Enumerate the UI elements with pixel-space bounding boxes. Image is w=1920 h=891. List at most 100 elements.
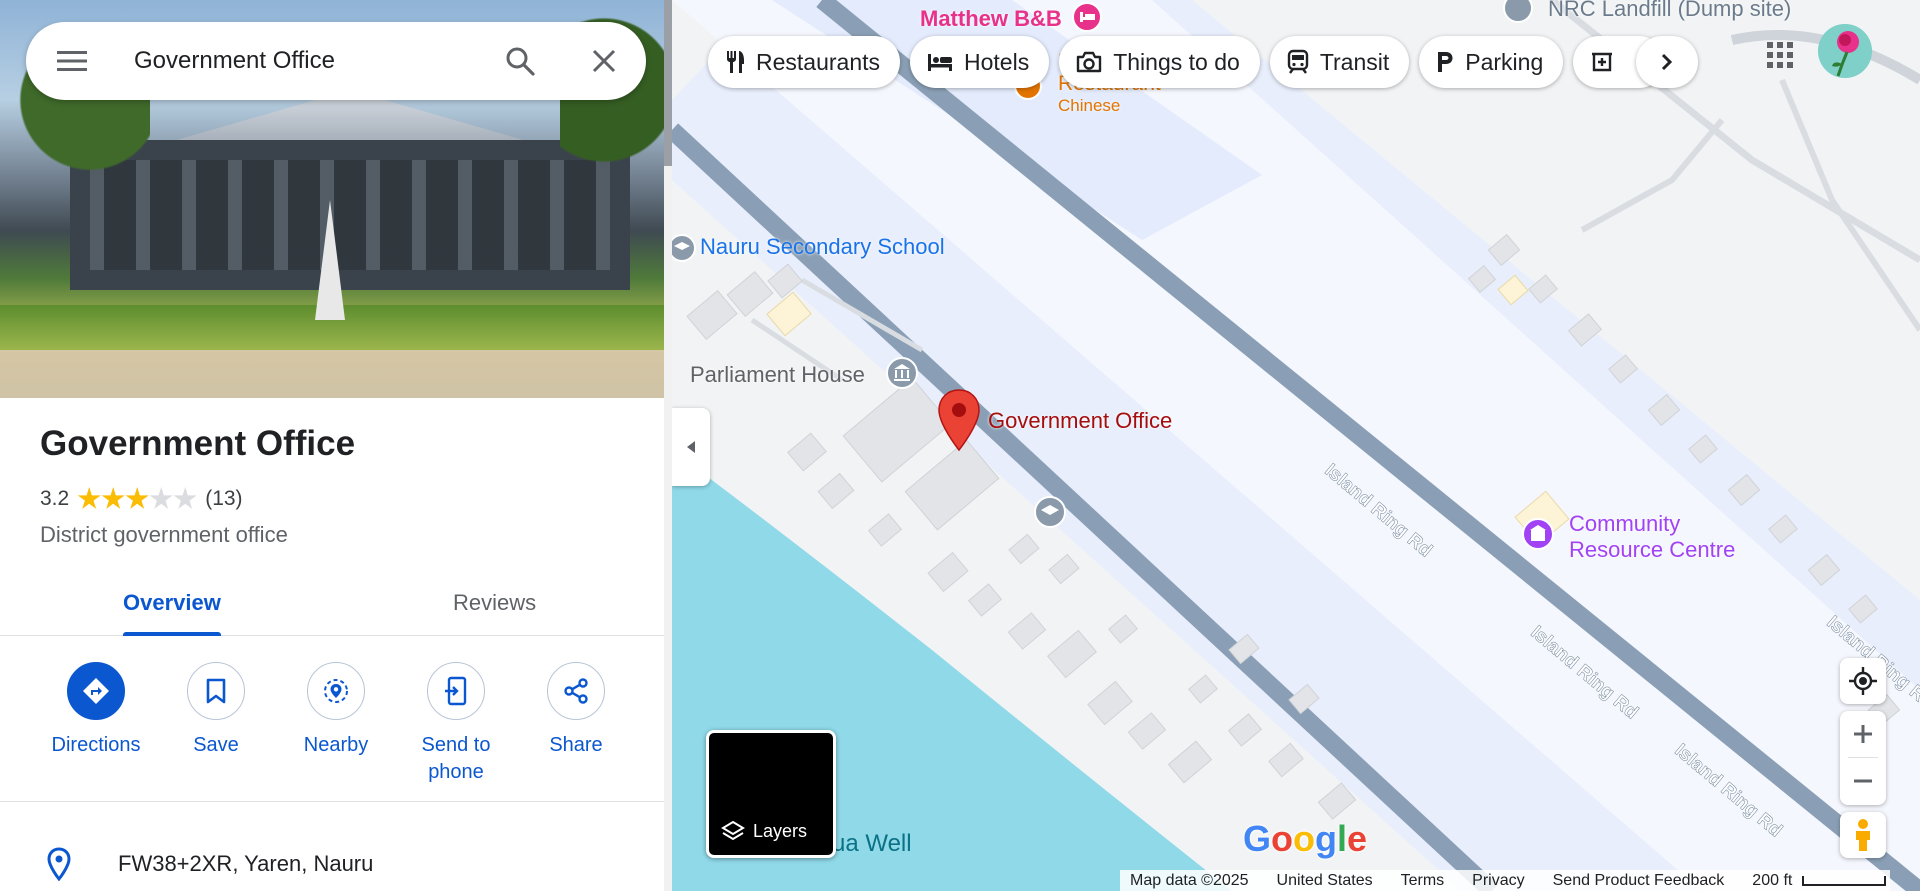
- bed-icon: [928, 54, 953, 71]
- zoom-controls: [1840, 711, 1886, 805]
- scale-label[interactable]: 200 ft: [1752, 872, 1792, 890]
- nearby-button[interactable]: Nearby: [276, 662, 396, 759]
- avatar-flower-icon: [1818, 24, 1872, 78]
- send-to-phone-label: Send to phone: [421, 734, 491, 783]
- region-link[interactable]: United States: [1277, 872, 1373, 890]
- map-label-matthew[interactable]: Matthew B&B: [920, 6, 1062, 32]
- star-filled-icon: [125, 487, 149, 509]
- tab-reviews-label: Reviews: [453, 590, 537, 615]
- map-label-community-2[interactable]: Resource Centre: [1569, 537, 1735, 563]
- scale-bar[interactable]: [1802, 875, 1887, 886]
- bookmark-icon: [206, 678, 226, 704]
- hamburger-menu-icon: [57, 51, 87, 71]
- chevron-right-icon: [1661, 53, 1673, 71]
- clear-search-button[interactable]: [562, 22, 646, 100]
- chip-parking-label: Parking: [1465, 48, 1544, 75]
- apps-grid-icon: [1767, 42, 1793, 68]
- train-icon: [1287, 49, 1309, 74]
- location-pin-icon: [47, 847, 71, 881]
- search-input[interactable]: [118, 47, 478, 75]
- category-chips: Restaurants Hotels Things to do Transit …: [708, 36, 1675, 88]
- chips-scroll-right-button[interactable]: [1636, 36, 1698, 88]
- map-label-well[interactable]: ua Well: [832, 830, 912, 858]
- star-filled-icon: [77, 487, 101, 509]
- map-label-parliament[interactable]: Parliament House: [690, 362, 865, 388]
- chip-restaurants-label: Restaurants: [756, 48, 881, 75]
- place-category[interactable]: District government office: [40, 522, 288, 548]
- chip-transit[interactable]: Transit: [1269, 36, 1410, 88]
- chip-hotels[interactable]: Hotels: [910, 36, 1050, 88]
- tab-overview-label: Overview: [123, 590, 221, 615]
- rating-row: 3.2 (13): [40, 487, 243, 511]
- minus-icon: [1854, 779, 1872, 783]
- hotel-poi-icon[interactable]: [1070, 0, 1104, 34]
- school-poi-icon[interactable]: [672, 232, 698, 264]
- panel-scrollbar[interactable]: [664, 0, 672, 891]
- map-label-government-office[interactable]: Government Office: [988, 408, 1172, 434]
- save-label: Save: [193, 734, 239, 756]
- my-location-icon: [1849, 667, 1877, 695]
- layers-label: Layers: [753, 820, 808, 841]
- map-label-community-1[interactable]: Community: [1569, 511, 1680, 537]
- tab-reviews[interactable]: Reviews: [453, 570, 536, 636]
- map-label-restaurant-cuisine: Chinese: [1058, 96, 1121, 115]
- layers-button[interactable]: Layers: [706, 730, 836, 858]
- chip-transit-label: Transit: [1319, 48, 1390, 75]
- place-tabs: Overview Reviews: [0, 570, 664, 636]
- camera-icon: [1077, 51, 1102, 73]
- chip-hotels-label: Hotels: [964, 48, 1030, 75]
- close-icon: [592, 49, 616, 73]
- review-count-link[interactable]: (13): [205, 487, 242, 511]
- chip-things-to-do[interactable]: Things to do: [1059, 36, 1260, 88]
- star-filled-icon: [101, 487, 125, 509]
- star-empty-icon: [173, 487, 197, 509]
- map-label-nrc[interactable]: NRC Landfill (Dump site): [1548, 0, 1791, 22]
- layers-icon: [721, 820, 745, 841]
- directions-button[interactable]: Directions: [36, 662, 156, 759]
- community-poi-icon[interactable]: [1520, 516, 1556, 552]
- terms-link[interactable]: Terms: [1401, 872, 1445, 890]
- plus-icon: [1854, 725, 1872, 743]
- map-canvas[interactable]: Matthew B&B NRC Landfill (Dump site) F R…: [672, 0, 1920, 891]
- share-button[interactable]: Share: [516, 662, 636, 759]
- parliament-poi-icon[interactable]: [884, 355, 920, 391]
- landfill-poi-icon[interactable]: [1500, 0, 1536, 28]
- zoom-out-button[interactable]: [1840, 758, 1886, 804]
- address-row[interactable]: FW38+2XR, Yaren, Nauru: [0, 837, 664, 891]
- school-poi-icon-2[interactable]: [1032, 494, 1068, 530]
- map-base-graphics: [672, 0, 1920, 891]
- action-buttons: Directions Save Nearby Send to phone Sha…: [0, 662, 664, 802]
- street-view-pegman-button[interactable]: [1840, 812, 1886, 858]
- zoom-in-button[interactable]: [1840, 711, 1886, 757]
- maps-app: Government Office 3.2 (13) District gove…: [0, 0, 1920, 891]
- pharmacy-icon: [1592, 52, 1613, 72]
- tab-selected-indicator: [123, 632, 221, 636]
- nearby-label: Nearby: [303, 734, 369, 756]
- account-avatar[interactable]: [1818, 24, 1872, 78]
- pegman-icon: [1856, 819, 1870, 851]
- search-button[interactable]: [478, 22, 562, 100]
- collapse-panel-button[interactable]: [672, 408, 710, 486]
- fork-knife-icon: [727, 51, 744, 73]
- send-feedback-link[interactable]: Send Product Feedback: [1553, 872, 1725, 890]
- search-box: [26, 22, 646, 100]
- send-to-phone-button[interactable]: Send to phone: [396, 662, 516, 786]
- chip-things-to-do-label: Things to do: [1113, 48, 1240, 75]
- rating-value: 3.2: [40, 487, 70, 510]
- my-location-button[interactable]: [1840, 658, 1886, 704]
- google-apps-button[interactable]: [1755, 30, 1805, 80]
- parking-icon: [1438, 52, 1453, 72]
- send-to-phone-icon: [445, 676, 467, 706]
- privacy-link[interactable]: Privacy: [1472, 872, 1524, 890]
- map-data-attribution: Map data ©2025: [1130, 871, 1249, 889]
- map-label-school[interactable]: Nauru Secondary School: [700, 234, 945, 260]
- selected-place-pin-icon[interactable]: [936, 388, 982, 452]
- chip-restaurants[interactable]: Restaurants: [708, 36, 901, 88]
- chip-parking[interactable]: Parking: [1419, 36, 1564, 88]
- place-title: Government Office: [40, 424, 356, 463]
- place-panel: Government Office 3.2 (13) District gove…: [0, 0, 664, 891]
- map-footer: Map data ©2025 United States Terms Priva…: [1120, 870, 1890, 891]
- menu-button[interactable]: [26, 22, 118, 100]
- save-button[interactable]: Save: [156, 662, 276, 759]
- tab-overview[interactable]: Overview: [123, 570, 221, 636]
